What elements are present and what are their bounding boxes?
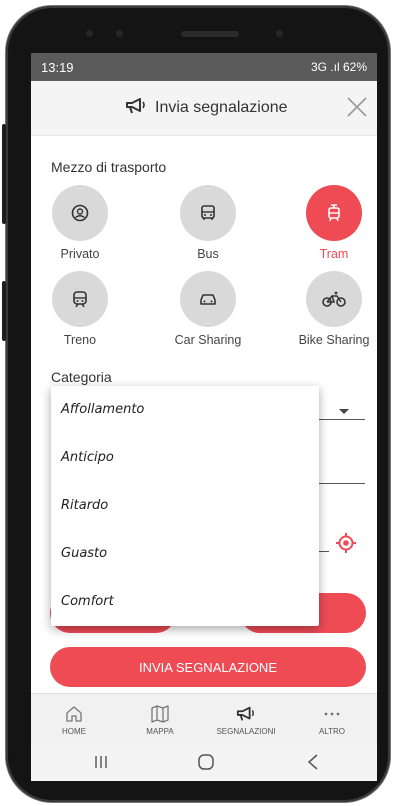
transport-option-privato[interactable] <box>52 185 108 241</box>
map-icon <box>151 705 169 723</box>
transport-label-car-sharing: Car Sharing <box>174 333 242 347</box>
power-button <box>2 124 6 224</box>
system-navigation-bar <box>31 743 377 781</box>
recent-apps-icon[interactable] <box>93 754 109 775</box>
status-time: 13:19 <box>41 60 74 75</box>
transport-label-privato: Privato <box>60 247 100 261</box>
earpiece-speaker <box>181 31 239 37</box>
gps-locate-icon[interactable] <box>334 531 358 560</box>
transport-option-car-sharing[interactable] <box>180 271 236 327</box>
transport-option-bike-sharing[interactable] <box>306 271 362 327</box>
status-indicators: 3G .ıl 62% <box>310 60 367 74</box>
nav-label-mappa: MAPPA <box>146 727 174 736</box>
page-title: Invia segnalazione <box>155 99 288 116</box>
nav-label-altro: ALTRO <box>318 727 346 736</box>
nav-label-home: HOME <box>62 727 86 736</box>
dropdown-option-affollamento[interactable]: Affollamento <box>61 402 144 417</box>
back-icon[interactable] <box>306 753 320 776</box>
status-bar: 13:19 3G .ıl 62% <box>31 53 377 81</box>
description-field-underline <box>319 483 365 484</box>
dropdown-option-ritardo[interactable]: Ritardo <box>61 498 108 513</box>
megaphone-icon <box>125 97 147 120</box>
sensor <box>116 30 123 37</box>
nav-item-home[interactable]: HOME <box>31 694 117 744</box>
submit-report-button[interactable]: INVIA SEGNALAZIONE <box>50 647 366 687</box>
transport-option-treno[interactable] <box>52 271 108 327</box>
transport-label-bus: Bus <box>197 247 219 261</box>
screen: 13:19 3G .ıl 62% Invia segnalazione Mezz… <box>31 53 377 781</box>
user-circle-icon <box>71 204 89 222</box>
megaphone-icon <box>236 706 254 721</box>
nav-item-mappa[interactable]: MAPPA <box>117 694 203 744</box>
transport-option-tram[interactable] <box>306 185 362 241</box>
dropdown-option-anticipo[interactable]: Anticipo <box>61 450 114 465</box>
tram-icon <box>328 204 340 222</box>
location-field-underline <box>319 551 329 552</box>
category-label: Categoria <box>51 369 112 385</box>
phone-frame: 13:19 3G .ıl 62% Invia segnalazione Mezz… <box>2 6 390 802</box>
volume-button <box>2 281 6 341</box>
home-button-icon[interactable] <box>197 753 215 776</box>
category-dropdown-menu: Affollamento Anticipo Ritardo Guasto Com… <box>51 386 319 626</box>
transport-label-tram: Tram <box>319 247 349 261</box>
front-camera <box>86 30 93 37</box>
nav-item-altro[interactable]: ALTRO <box>289 694 375 744</box>
transport-label-treno: Treno <box>63 333 97 347</box>
app-header: Invia segnalazione <box>31 81 377 136</box>
transport-option-bus[interactable] <box>180 185 236 241</box>
chevron-down-icon[interactable] <box>338 403 350 421</box>
train-icon <box>73 291 87 308</box>
close-icon[interactable] <box>345 95 369 124</box>
more-icon <box>324 712 340 716</box>
car-icon <box>200 294 216 305</box>
transport-label-bike-sharing: Bike Sharing <box>298 333 370 347</box>
transport-label: Mezzo di trasporto <box>51 159 167 175</box>
nav-item-segnalazioni[interactable]: SEGNALAZIONI <box>203 694 289 744</box>
bottom-navigation: HOME MAPPA SEGNALAZIONI ALTRO <box>31 693 377 744</box>
home-icon <box>66 706 82 722</box>
bus-icon <box>201 205 215 220</box>
dropdown-option-guasto[interactable]: Guasto <box>61 546 107 561</box>
nav-label-segnalazioni: SEGNALAZIONI <box>216 727 276 736</box>
dropdown-option-comfort[interactable]: Comfort <box>61 594 114 609</box>
bike-icon <box>322 291 346 307</box>
sensor <box>276 30 283 37</box>
